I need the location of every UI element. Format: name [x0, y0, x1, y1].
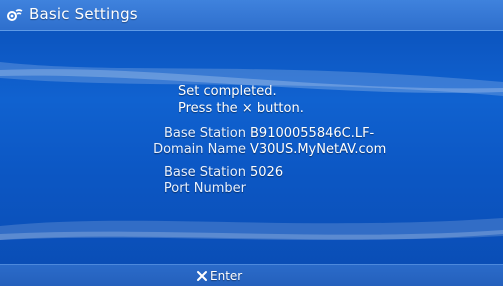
enter-label: Enter: [210, 268, 243, 283]
status-message-line1: Set completed.: [178, 84, 277, 99]
title-bar: Basic Settings: [0, 0, 503, 31]
domain-name-value: B9100055846C.LF- V30US.MyNetAV.com: [250, 126, 387, 157]
port-number-label: Base Station Port Number: [163, 165, 246, 196]
page-title: Basic Settings: [29, 5, 138, 23]
enter-button[interactable]: Enter: [196, 267, 242, 284]
footer-bar: Enter: [0, 264, 503, 286]
domain-name-label: Base Station Domain Name: [153, 126, 246, 157]
cross-button-icon: [197, 270, 207, 281]
status-message-line2: Press the × button.: [178, 101, 304, 116]
network-settings-icon: [7, 9, 23, 21]
port-number-value: 5026: [250, 165, 284, 180]
